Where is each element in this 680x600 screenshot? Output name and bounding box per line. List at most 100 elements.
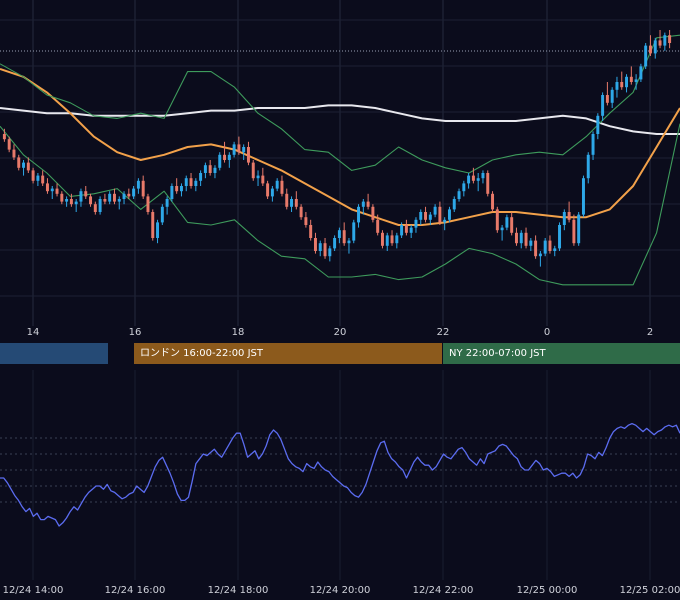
candle-body: [447, 209, 451, 220]
candle-body: [132, 188, 136, 197]
candle-body: [122, 193, 126, 199]
datetime-tick-label: 12/24 22:00: [412, 585, 474, 596]
candle-body: [347, 240, 351, 244]
candle-body: [500, 227, 504, 231]
candle-body: [562, 212, 566, 225]
candle-body: [524, 232, 528, 246]
candle-body: [519, 232, 523, 244]
candle-body: [610, 89, 614, 103]
candle-body: [251, 162, 255, 179]
candle-body: [414, 219, 418, 228]
candle-body: [538, 253, 542, 257]
candle-body: [136, 180, 140, 189]
candle-body: [390, 235, 394, 244]
candle-body: [223, 154, 227, 160]
time-axis-top: 14 16 18 20 22 0 2: [0, 326, 680, 342]
candle-body: [438, 206, 442, 223]
candle-body: [160, 206, 164, 223]
candle-body: [591, 134, 595, 155]
candle-body: [352, 222, 356, 241]
candle-body: [79, 191, 83, 202]
candle-body: [60, 193, 64, 202]
session-bar: NY 22:00-07:00 JST: [443, 343, 680, 364]
candle-body: [84, 191, 88, 197]
time-tick-label: 2: [646, 327, 654, 338]
candle-body: [400, 225, 404, 236]
datetime-tick-label: 12/24 16:00: [104, 585, 166, 596]
candle-body: [170, 186, 174, 199]
candle-body: [7, 139, 11, 150]
candle-body: [586, 154, 590, 179]
candle-body: [476, 178, 480, 181]
candle-body: [69, 199, 73, 205]
candle-body: [658, 40, 662, 46]
candle-body: [457, 191, 461, 199]
candle-body: [218, 154, 222, 168]
candle-body: [328, 248, 332, 257]
time-axis-bottom: 12/24 14:00 12/24 16:00 12/24 18:00 12/24 2…: [0, 580, 680, 600]
candle-body: [409, 227, 413, 233]
candle-body: [529, 240, 533, 246]
candle-body: [199, 173, 203, 181]
candle-body: [629, 76, 633, 82]
candle-body: [103, 199, 107, 202]
candle-body: [486, 173, 490, 194]
candle-body: [342, 230, 346, 244]
datetime-tick-label: 12/24 18:00: [207, 585, 269, 596]
candle-body: [290, 199, 294, 207]
candle-body: [184, 178, 188, 186]
candle-body: [663, 35, 667, 46]
candle-body: [495, 209, 499, 231]
candle-body: [65, 199, 69, 202]
time-tick-label: 20: [333, 327, 347, 338]
candle-body: [653, 40, 657, 54]
candle-body: [548, 240, 552, 251]
datetime-tick-label: 12/24 14:00: [2, 585, 64, 596]
time-tick-label: 16: [128, 327, 142, 338]
candle-body: [648, 45, 652, 54]
candle-body: [491, 193, 495, 210]
candle-body: [337, 230, 341, 238]
candle-body: [471, 175, 475, 181]
candle-body: [577, 214, 581, 244]
candle-body: [266, 183, 270, 197]
price-chart[interactable]: [0, 0, 680, 326]
oscillator-chart[interactable]: [0, 370, 680, 580]
candle-body: [481, 173, 485, 179]
datetime-tick-label: 12/25 02:00: [619, 585, 680, 596]
candle-body: [433, 206, 437, 215]
candle-body: [510, 217, 514, 233]
datetime-tick-label: 12/24 20:00: [309, 585, 371, 596]
candle-body: [313, 238, 317, 251]
candle-body: [165, 199, 169, 207]
candle-body: [601, 95, 605, 116]
candle-body: [270, 188, 274, 197]
candle-body: [179, 186, 183, 192]
candle-body: [572, 219, 576, 244]
candle-body: [36, 175, 40, 181]
candle-body: [246, 147, 250, 163]
candle-body: [175, 186, 179, 192]
candle-body: [208, 165, 212, 173]
candle-body: [26, 162, 30, 171]
candle-body: [634, 79, 638, 82]
candle-body: [443, 219, 447, 223]
candle-body: [45, 183, 49, 192]
candle-body: [318, 243, 322, 251]
candle-body: [74, 201, 78, 205]
candle-body: [22, 162, 26, 168]
candle-body: [625, 76, 629, 88]
candle-body: [189, 178, 193, 186]
candle-body: [605, 95, 609, 103]
candle-body: [146, 196, 150, 212]
candle-body: [385, 235, 389, 246]
candle-body: [232, 144, 236, 155]
candle-body: [581, 178, 585, 215]
candle-body: [41, 175, 45, 184]
candle-body: [98, 199, 102, 212]
candle-body: [371, 206, 375, 220]
candle-body: [357, 206, 361, 223]
candle-body: [668, 35, 672, 43]
candle-body: [428, 214, 432, 220]
candle-body: [514, 232, 518, 244]
